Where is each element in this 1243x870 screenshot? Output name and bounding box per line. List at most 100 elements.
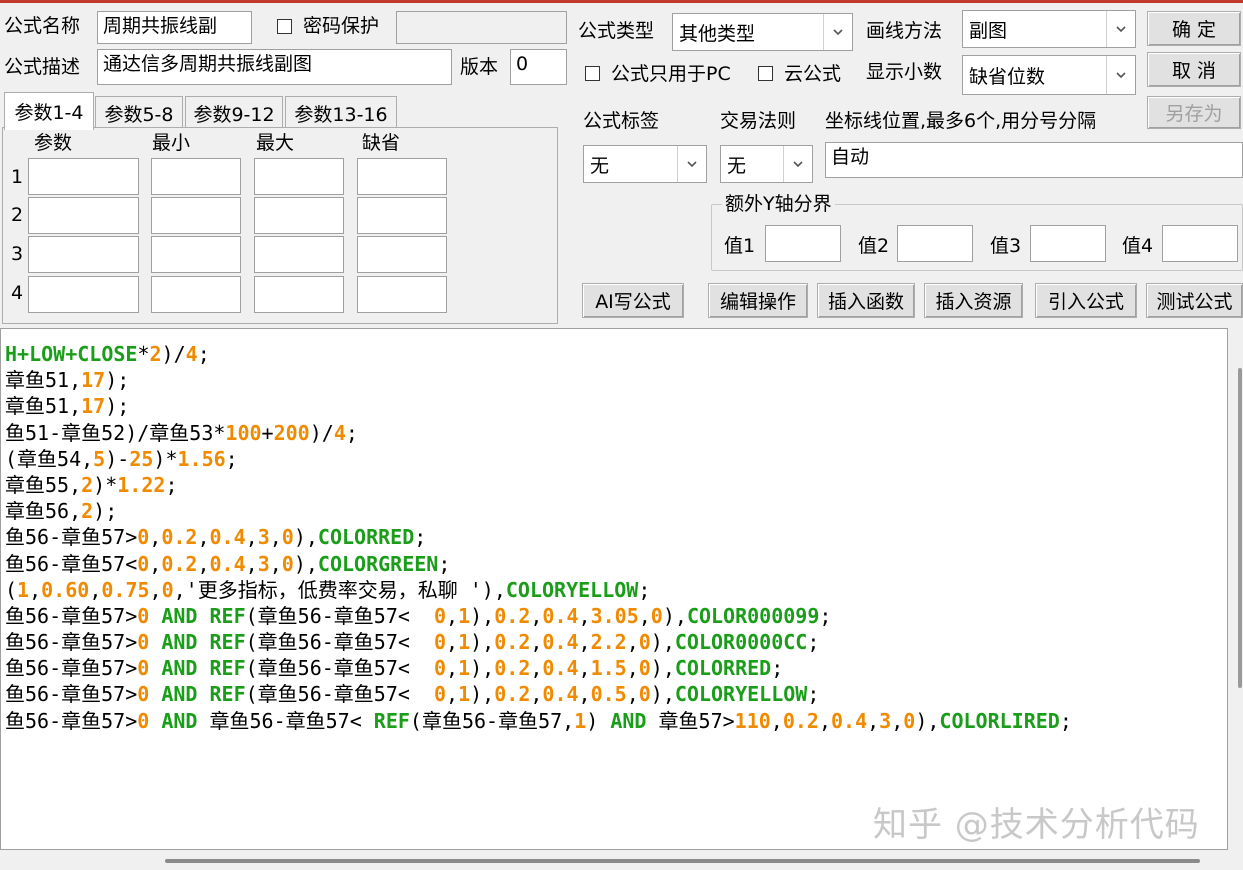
code-token: 4 [185, 342, 198, 366]
code-token: 1.5 [590, 656, 627, 681]
code-token: ; [197, 342, 210, 366]
trade-rule-select[interactable]: 无 [720, 145, 813, 183]
code-token: 章鱼51, [5, 368, 82, 393]
watermark: 知乎 @技术分析代码 [873, 805, 1200, 845]
y-value-1-input[interactable] [765, 225, 841, 262]
cloud-checkbox[interactable] [758, 66, 773, 81]
code-token: 0 [137, 708, 150, 733]
code-token: 章鱼56-章鱼57< [197, 708, 374, 733]
code-token: 3 [879, 708, 892, 733]
code-token: COLORLIRED [939, 708, 1060, 733]
formula-tag-select[interactable]: 无 [583, 145, 707, 183]
code-token: 鱼56-章鱼57> [5, 708, 138, 733]
code-token: 1 [17, 577, 30, 602]
code-token: ; [438, 551, 451, 576]
formula-type-select[interactable]: 其他类型 [672, 13, 853, 51]
param-2-max-input[interactable] [254, 197, 344, 234]
chevron-down-icon[interactable] [783, 146, 812, 182]
scroll-thumb[interactable] [165, 859, 1200, 863]
draw-method-label: 画线方法 [866, 20, 943, 42]
chevron-down-icon[interactable] [823, 14, 852, 50]
code-token: 3.05 [590, 603, 639, 628]
code-token: 0.2 [782, 708, 819, 733]
param-row-number: 3 [11, 243, 24, 265]
param-3-default-input[interactable] [357, 236, 447, 273]
edit-operations-button[interactable]: 编辑操作 [708, 283, 808, 318]
param-3-max-input[interactable] [254, 236, 344, 273]
param-2-default-input[interactable] [357, 197, 447, 234]
param-3-min-input[interactable] [151, 236, 241, 273]
code-token: COLOR000099 [686, 603, 820, 628]
code-line: 章鱼51,17); [5, 393, 1072, 419]
code-token: 0 [137, 630, 150, 655]
code-token: 0.2 [494, 630, 531, 655]
password-checkbox[interactable] [277, 19, 292, 34]
chevron-down-icon[interactable] [1106, 11, 1135, 47]
test-formula-button[interactable]: 测试公式 [1146, 283, 1243, 318]
coord-lines-label: 坐标线位置,最多6个,用分号分隔 [825, 110, 1097, 132]
param-4-default-input[interactable] [357, 276, 447, 313]
code-token: ), [293, 525, 318, 550]
code-token: 0 [137, 656, 150, 681]
version-input[interactable]: 0 [510, 49, 567, 85]
code-token: , [89, 577, 102, 602]
decimals-select[interactable]: 缺省位数 [962, 55, 1136, 95]
extra-y-axis-label: 额外Y轴分界 [722, 192, 835, 216]
insert-function-button[interactable]: 插入函数 [817, 283, 915, 318]
code-line: 鱼56-章鱼57<0,0.2,0.4,3,0),COLORGREEN; [5, 551, 1072, 577]
param-3-name-input[interactable] [28, 236, 139, 273]
code-token: , [867, 708, 880, 733]
cancel-button[interactable]: 取 消 [1147, 52, 1241, 87]
code-token: )/ [309, 420, 334, 445]
chevron-down-icon[interactable] [677, 146, 706, 182]
code-token: H+LOW+CLOSE [5, 342, 138, 366]
code-token: , [446, 656, 459, 681]
param-header-default: 缺省 [362, 132, 401, 154]
chevron-down-icon[interactable] [1106, 56, 1135, 94]
y-value-4-input[interactable] [1162, 225, 1238, 262]
code-token: ; [807, 630, 820, 655]
tab-params-1-4[interactable]: 参数1-4 [4, 92, 94, 130]
y-value-2-input[interactable] [897, 225, 973, 262]
insert-resource-button[interactable]: 插入资源 [924, 283, 1023, 318]
horizontal-scrollbar[interactable] [0, 850, 1229, 870]
ok-button[interactable]: 确 定 [1147, 11, 1241, 46]
code-token: 0.2 [161, 551, 198, 576]
param-1-max-input[interactable] [254, 158, 344, 195]
draw-method-select[interactable]: 副图 [962, 10, 1136, 48]
param-2-min-input[interactable] [151, 197, 241, 234]
import-formula-button[interactable]: 引入公式 [1035, 283, 1137, 318]
code-token: 0.75 [101, 577, 150, 602]
formula-desc-input[interactable]: 通达信多周期共振线副图 [97, 49, 452, 85]
code-token: 0.4 [542, 603, 579, 628]
code-editor[interactable]: H+LOW+CLOSE*2)/4; 章鱼51,17); 章鱼51,17); 鱼51-章… [0, 328, 1228, 850]
vertical-scrollbar[interactable] [1229, 328, 1243, 850]
tab-params-13-16[interactable]: 参数13-16 [285, 96, 397, 130]
param-4-name-input[interactable] [28, 276, 139, 313]
tab-params-5-8[interactable]: 参数5-8 [95, 96, 183, 130]
param-1-min-input[interactable] [151, 158, 241, 195]
code-token: , [626, 656, 639, 681]
param-1-default-input[interactable] [357, 158, 447, 195]
code-token: 200 [273, 420, 310, 445]
scroll-thumb[interactable] [1238, 368, 1242, 688]
param-4-min-input[interactable] [151, 276, 241, 313]
coord-lines-input[interactable]: 自动 [825, 142, 1243, 178]
code-token: (章鱼56-章鱼57< [245, 603, 434, 628]
save-as-button[interactable]: 另存为 [1147, 96, 1241, 129]
tab-params-9-12[interactable]: 参数9-12 [185, 96, 283, 130]
param-4-max-input[interactable] [254, 276, 344, 313]
password-input[interactable] [396, 11, 567, 44]
code-token: ), [650, 682, 675, 707]
code-token: COLORYELLOW [674, 682, 808, 707]
param-2-name-input[interactable] [28, 197, 139, 234]
formula-name-input[interactable]: 周期共振线副 [97, 11, 252, 44]
y-value-3-input[interactable] [1030, 225, 1106, 262]
code-token: , [626, 630, 639, 655]
param-1-name-input[interactable] [28, 158, 139, 195]
code-token: AND REF [149, 682, 246, 707]
code-token: 0 [903, 708, 916, 733]
pc-only-checkbox[interactable] [585, 66, 600, 81]
code-token: ; [638, 577, 651, 602]
ai-write-formula-button[interactable]: AI写公式 [582, 283, 684, 318]
